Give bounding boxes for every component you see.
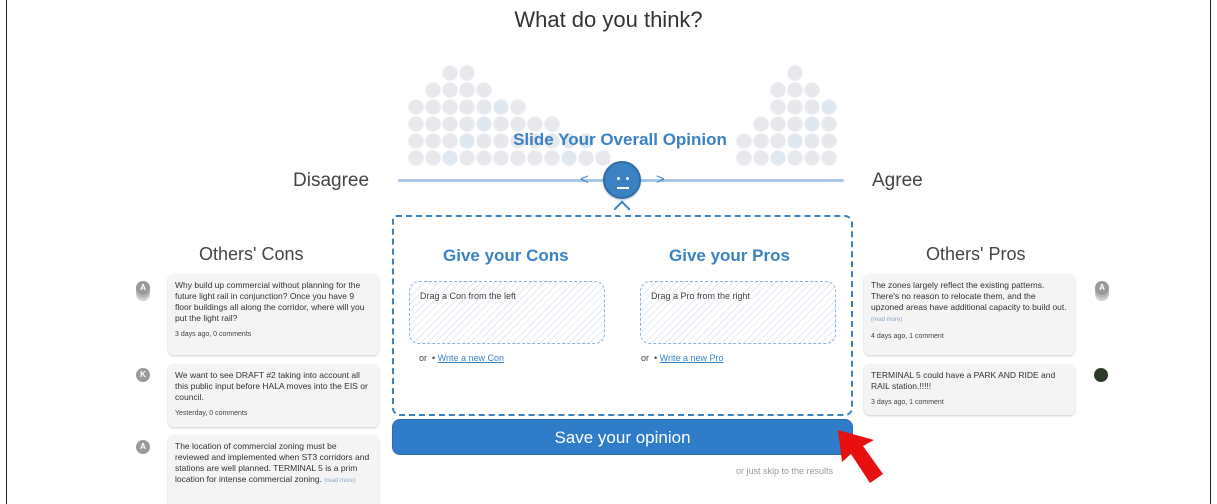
opinion-bubble (425, 99, 441, 115)
opinion-bubble (770, 99, 786, 115)
opinion-bubble (493, 99, 509, 115)
con-card[interactable]: The location of commercial zoning must b… (168, 435, 379, 504)
pro-meta: 4 days ago, 1 comment (871, 333, 944, 340)
avatar[interactable]: A (136, 440, 150, 454)
pro-text: TERMINAL 5 could have a PARK AND RIDE an… (871, 370, 1056, 391)
face-eye-icon (626, 177, 629, 180)
opinion-bubble (459, 150, 475, 166)
pros-drop-zone[interactable]: Drag a Pro from the right (640, 281, 836, 344)
opinion-bubble (804, 82, 820, 98)
opinion-bubble (442, 65, 458, 81)
opinion-bubble (459, 99, 475, 115)
disagree-label: Disagree (293, 170, 370, 191)
opinion-bubble (459, 65, 475, 81)
opinion-bubble (787, 99, 803, 115)
write-con-row: or • Write a new Con (419, 353, 505, 363)
opinion-bubble (408, 150, 424, 166)
opinion-bubble (578, 150, 594, 166)
give-pros-title: Give your Pros (669, 246, 790, 265)
opinion-bubble (476, 99, 492, 115)
others-cons-title: Others' Cons (199, 244, 304, 264)
cursor-arrow-icon (838, 430, 883, 483)
opinion-bubble (476, 82, 492, 98)
opinion-bubble (595, 150, 611, 166)
read-more-link[interactable]: (read more) (324, 478, 355, 484)
cons-drop-zone[interactable]: Drag a Con from the left (409, 281, 605, 344)
opinion-bubble (770, 150, 786, 166)
con-text: The location of commercial zoning must b… (175, 441, 370, 484)
face-eye-icon (617, 177, 620, 180)
read-more-link[interactable]: (read more) (871, 317, 902, 323)
write-pro-row: or • Write a new Pro (641, 353, 724, 363)
write-new-pro-link[interactable]: Write a new Pro (660, 353, 724, 363)
opinion-bubble (510, 99, 526, 115)
con-card[interactable]: We want to see DRAFT #2 taking into acco… (168, 364, 379, 427)
opinion-bubble (544, 150, 560, 166)
pro-card[interactable]: The zones largely reflect the existing p… (864, 274, 1075, 355)
face-mouth-icon (617, 187, 629, 189)
con-meta: 3 days ago, 0 comments (175, 331, 252, 338)
opinion-bubble (425, 82, 441, 98)
write-new-con-link[interactable]: Write a new Con (438, 353, 504, 363)
give-cons-title: Give your Cons (443, 246, 569, 265)
con-card[interactable]: Why build up commercial without planning… (168, 274, 379, 355)
opinion-bubble (787, 150, 803, 166)
opinion-bubble (561, 150, 577, 166)
con-text: We want to see DRAFT #2 taking into acco… (175, 370, 368, 402)
page-title: What do you think? (514, 7, 703, 32)
opinion-bubble (442, 82, 458, 98)
pro-meta: 3 days ago, 1 comment (871, 399, 944, 406)
slider-left-arrow-icon: < (580, 171, 589, 188)
opinion-bubble (787, 82, 803, 98)
opinion-bubble (476, 150, 492, 166)
pro-card[interactable]: TERMINAL 5 could have a PARK AND RIDE an… (864, 364, 1075, 415)
opinion-bubble (736, 150, 752, 166)
opinion-bubble (510, 150, 526, 166)
opinion-slider-knob[interactable] (603, 161, 641, 199)
opinion-bubble (770, 82, 786, 98)
avatar[interactable]: A (1095, 281, 1109, 295)
pros-drop-text: Drag a Pro from the right (651, 291, 751, 301)
opinion-bubble (753, 150, 769, 166)
opinion-bubble (804, 99, 820, 115)
slider-right-arrow-icon: > (656, 171, 665, 188)
others-pros-title: Others' Pros (926, 244, 1026, 264)
opinion-bubble (804, 150, 820, 166)
avatar[interactable]: K (136, 368, 150, 382)
opinion-bubble (459, 82, 475, 98)
opinion-bubble (493, 150, 509, 166)
con-meta: Yesterday, 0 comments (175, 410, 248, 417)
opinion-bubble (821, 99, 837, 115)
opinion-bubble (787, 65, 803, 81)
skip-to-results-link[interactable]: or just skip to the results (736, 466, 833, 476)
opinion-bubble (442, 99, 458, 115)
cons-drop-text: Drag a Con from the left (420, 291, 517, 301)
opinion-bubble (408, 99, 424, 115)
avatar[interactable]: A (136, 281, 150, 295)
save-opinion-button[interactable]: Save your opinion (392, 419, 853, 455)
or-label: or (641, 353, 650, 363)
avatar[interactable] (1094, 368, 1108, 382)
opinion-bubble (442, 150, 458, 166)
opinion-bubble (527, 150, 543, 166)
pro-text: The zones largely reflect the existing p… (871, 280, 1067, 323)
con-text: Why build up commercial without planning… (175, 280, 365, 323)
slider-title: Slide Your Overall Opinion (513, 130, 727, 149)
or-label: or (419, 353, 428, 363)
agree-label: Agree (872, 170, 923, 191)
opinion-bubble (821, 150, 837, 166)
opinion-bubble (425, 150, 441, 166)
